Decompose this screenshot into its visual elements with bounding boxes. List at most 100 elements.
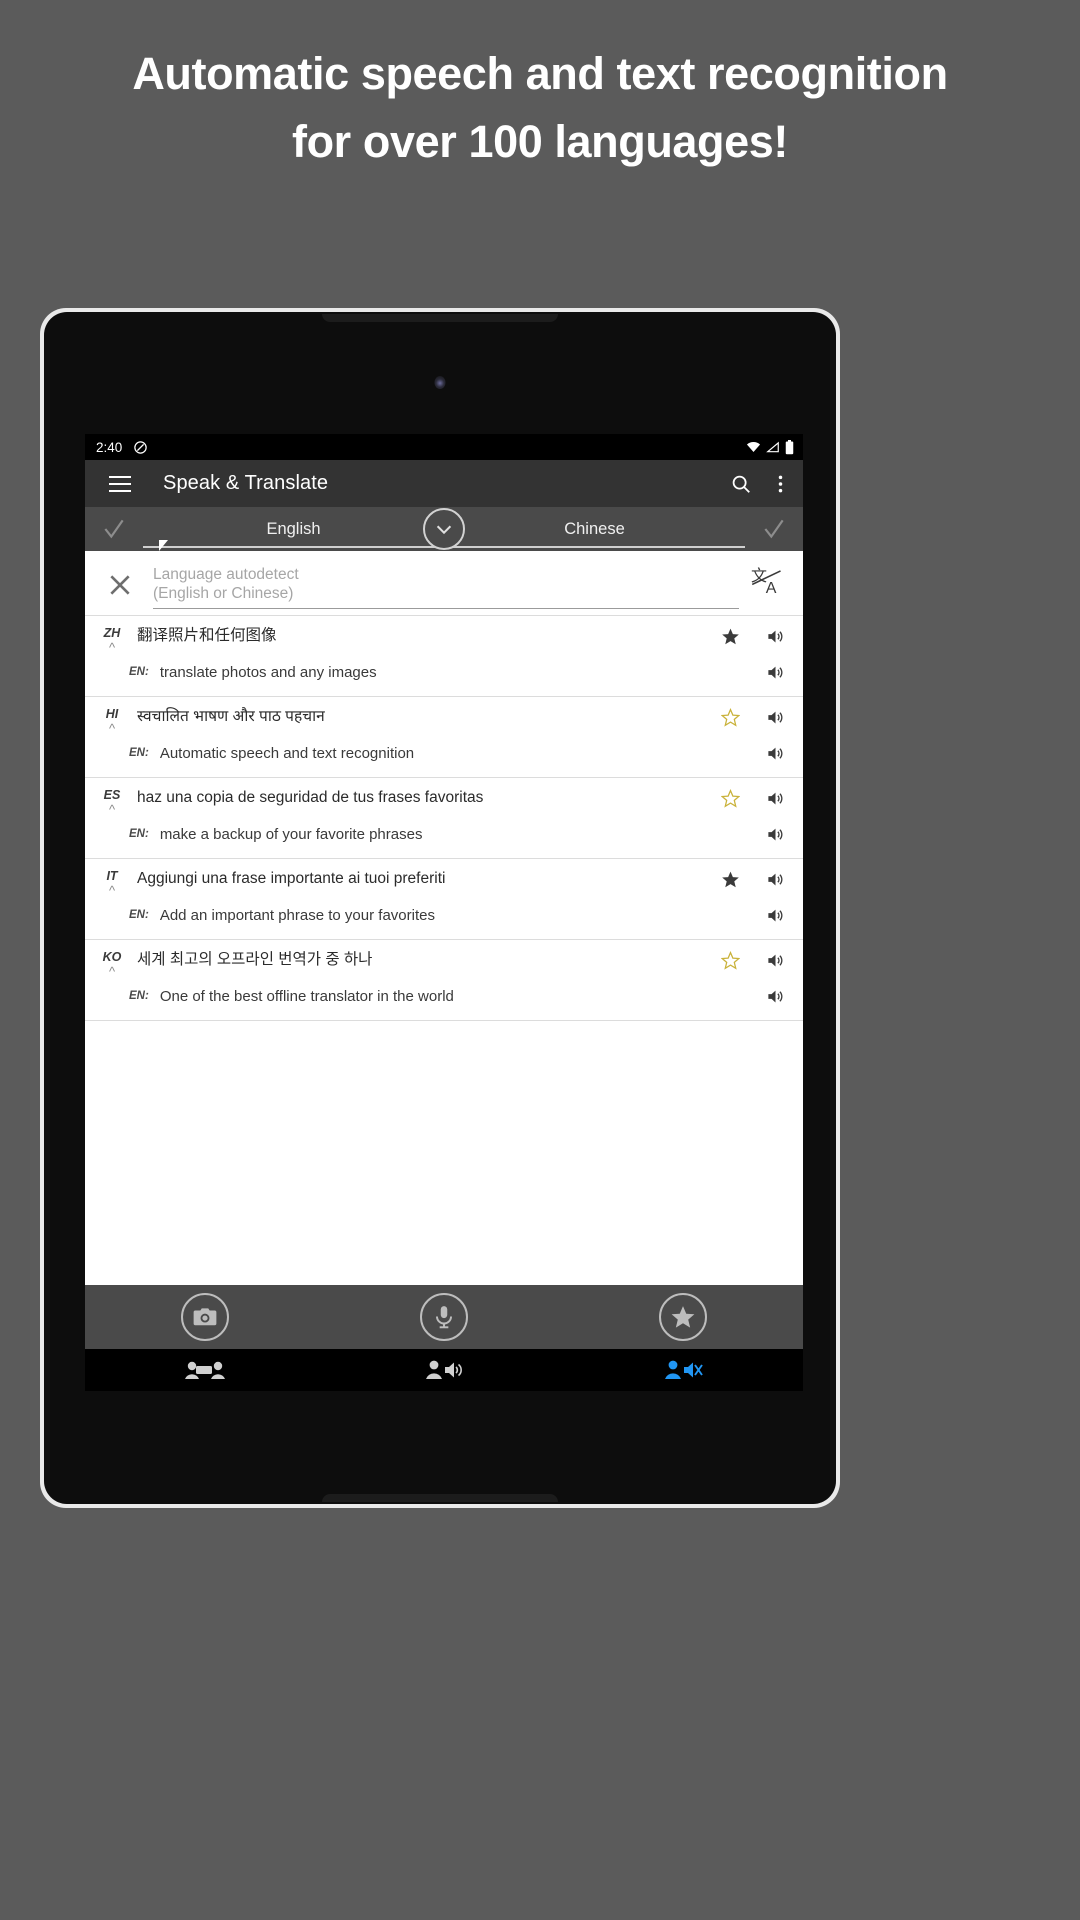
target-lang-tag: EN: [129, 909, 149, 921]
target-lang-tag: EN: [129, 747, 149, 759]
source-lang-tag: HI ^ [99, 707, 125, 735]
volume-icon[interactable] [766, 744, 791, 763]
front-camera-icon [434, 376, 446, 389]
target-text: Automatic speech and text recognition [159, 744, 415, 762]
target-text: translate photos and any images [159, 663, 377, 681]
target-language-check-icon[interactable] [745, 516, 803, 542]
source-text: 翻译照片和任何图像 [137, 627, 277, 644]
svg-text:A: A [766, 580, 777, 597]
source-text: haz una copia de seguridad de tus frases… [137, 789, 484, 806]
list-item[interactable]: ES ^ haz una copia de seguridad de tus f… [85, 778, 803, 859]
list-item[interactable]: ZH ^ 翻译照片和任何图像 EN: translate photos and … [85, 615, 803, 697]
chevron-down-icon[interactable] [423, 508, 465, 550]
target-text: One of the best offline translator in th… [159, 987, 454, 1005]
top-speaker-notch [322, 314, 558, 322]
status-bar: 2:40 [85, 434, 803, 460]
star-icon[interactable] [721, 789, 740, 808]
battery-icon [785, 439, 794, 455]
star-icon[interactable] [721, 627, 740, 646]
source-language-check-icon[interactable] [85, 516, 143, 542]
hamburger-menu-icon[interactable] [109, 475, 131, 492]
volume-icon[interactable] [766, 987, 791, 1006]
star-icon[interactable] [721, 870, 740, 889]
signal-icon [766, 441, 780, 453]
camera-button[interactable] [85, 1293, 324, 1341]
microphone-icon [419, 1293, 468, 1341]
target-text: Add an important phrase to your favorite… [159, 906, 435, 924]
input-placeholder-line2: (English or Chinese) [153, 584, 294, 602]
search-icon[interactable] [730, 473, 752, 495]
target-lang-tag: EN: [129, 666, 149, 678]
list-item[interactable]: IT ^ Aggiungi una frase importante ai tu… [85, 859, 803, 940]
source-row: HI ^ स्वचालित भाषण और पाठ पहचान [85, 697, 803, 739]
tablet-device-frame: 2:40 Speak & Translate English Chinese L… [40, 308, 840, 1508]
star-icon [659, 1293, 708, 1341]
volume-icon[interactable] [766, 870, 785, 889]
source-text: स्वचालित भाषण और पाठ पहचान [137, 708, 325, 725]
volume-icon[interactable] [766, 906, 791, 925]
translation-row: EN: Add an important phrase to your favo… [85, 901, 803, 939]
nav-conversation-mode[interactable] [85, 1358, 324, 1382]
device-screen: 2:40 Speak & Translate English Chinese L… [85, 434, 803, 1391]
translation-input-row: Language autodetect (English or Chinese)… [85, 551, 803, 615]
bottom-nav-bar [85, 1349, 803, 1391]
wifi-icon [746, 441, 761, 453]
star-icon[interactable] [721, 951, 740, 970]
source-lang-tag: IT ^ [99, 869, 125, 897]
search-input[interactable]: Language autodetect (English or Chinese) [153, 566, 739, 610]
volume-icon[interactable] [766, 627, 785, 646]
camera-icon [180, 1293, 229, 1341]
star-icon[interactable] [721, 708, 740, 727]
voice-person-icon [665, 1360, 704, 1379]
source-row: ES ^ haz una copia de seguridad de tus f… [85, 778, 803, 820]
chevron-up-icon[interactable]: ^ [99, 965, 125, 978]
source-row: KO ^ 세계 최고의 오프라인 번역가 중 하나 [85, 940, 803, 982]
translate-icon[interactable]: 文 A [749, 564, 785, 600]
source-lang-tag: ZH ^ [99, 626, 125, 654]
volume-icon[interactable] [766, 951, 785, 970]
chevron-up-icon[interactable]: ^ [99, 803, 125, 816]
source-text: Aggiungi una frase importante ai tuoi pr… [137, 870, 446, 887]
nav-speak-mode[interactable] [324, 1358, 563, 1382]
source-lang-tag: KO ^ [99, 950, 125, 978]
close-x-icon[interactable] [103, 568, 137, 602]
list-item[interactable]: KO ^ 세계 최고의 오프라인 번역가 중 하나 EN: One of the… [85, 940, 803, 1021]
row-actions [721, 707, 791, 727]
volume-icon[interactable] [766, 789, 785, 808]
row-actions [721, 869, 791, 889]
list-item[interactable]: HI ^ स्वचालित भाषण और पाठ पहचान EN: Auto… [85, 697, 803, 778]
target-text: make a backup of your favorite phrases [159, 825, 423, 843]
speaker-person-icon [425, 1360, 462, 1379]
source-language-label[interactable]: English [143, 520, 444, 539]
source-row: ZH ^ 翻译照片和任何图像 [85, 616, 803, 658]
status-bar-clock: 2:40 [96, 439, 123, 455]
row-actions [721, 788, 791, 808]
target-language-label[interactable]: Chinese [444, 520, 745, 539]
chevron-up-icon[interactable]: ^ [99, 884, 125, 897]
app-bar-actions [730, 473, 787, 495]
conversation-icon [184, 1361, 225, 1379]
source-text: 세계 최고의 오프라인 번역가 중 하나 [137, 951, 373, 968]
chevron-up-icon[interactable]: ^ [99, 722, 125, 735]
row-actions [721, 626, 791, 646]
source-row: IT ^ Aggiungi una frase importante ai tu… [85, 859, 803, 901]
volume-icon[interactable] [766, 663, 791, 682]
language-selector-bar: English Chinese [85, 507, 803, 551]
translation-history-list: ZH ^ 翻译照片和任何图像 EN: translate photos and … [85, 615, 803, 1285]
translation-row: EN: translate photos and any images [85, 658, 803, 696]
favorites-button[interactable] [564, 1293, 803, 1341]
nav-voice-mode[interactable] [564, 1358, 803, 1382]
translation-row: EN: One of the best offline translator i… [85, 982, 803, 1020]
more-vertical-icon[interactable] [778, 473, 783, 495]
volume-icon[interactable] [766, 825, 791, 844]
input-placeholder-line1: Language autodetect [153, 566, 299, 583]
translation-row: EN: make a backup of your favorite phras… [85, 820, 803, 858]
dnd-icon [133, 440, 148, 455]
volume-icon[interactable] [766, 708, 785, 727]
page-title: Automatic speech and text recognition fo… [132, 48, 948, 168]
bottom-action-bar [85, 1285, 803, 1349]
chevron-up-icon[interactable]: ^ [99, 641, 125, 654]
bottom-notch [322, 1494, 558, 1502]
microphone-button[interactable] [324, 1293, 563, 1341]
status-bar-indicators [746, 439, 794, 455]
